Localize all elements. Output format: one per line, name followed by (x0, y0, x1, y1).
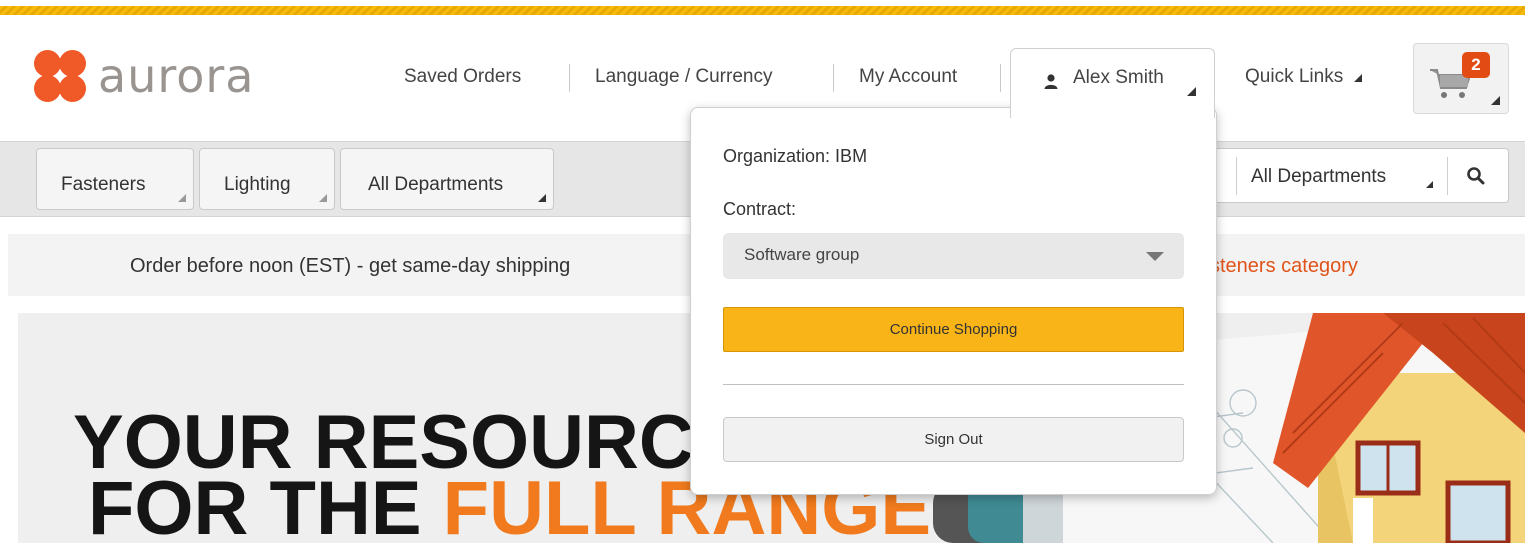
cart-count-badge: 2 (1462, 52, 1490, 78)
nav-lighting-label: Lighting (224, 174, 291, 195)
aurora-logo[interactable]: aurora (34, 50, 255, 102)
chevron-down-icon (1146, 252, 1164, 261)
continue-shopping-button[interactable]: Continue Shopping (723, 307, 1184, 352)
shopping-cart-button[interactable]: 2 (1413, 43, 1509, 114)
search-box[interactable]: All Departments (1216, 148, 1509, 203)
nav-all-departments[interactable]: All Departments (340, 148, 554, 210)
nav-fasteners[interactable]: Fasteners (36, 148, 194, 210)
caret-down-icon (1426, 181, 1433, 188)
contract-select[interactable]: Software group (723, 233, 1184, 279)
menu-divider (723, 384, 1184, 385)
user-name: Alex Smith (1073, 67, 1164, 88)
search-separator (1236, 157, 1237, 195)
header-separator (833, 64, 834, 92)
hero-line2-prefix: FOR THE (88, 466, 443, 543)
search-department-select[interactable]: All Departments (1251, 166, 1386, 188)
organization-label: Organization: IBM (723, 146, 868, 166)
saved-orders-link[interactable]: Saved Orders (404, 66, 521, 88)
user-account-dropdown: Organization: IBM Contract: Software gro… (690, 107, 1217, 495)
shipping-promo-text: Order before noon (EST) - get same-day s… (130, 255, 571, 277)
language-currency-link[interactable]: Language / Currency (595, 66, 772, 88)
caret-down-icon (178, 194, 186, 202)
my-account-link[interactable]: My Account (859, 66, 957, 88)
caret-down-icon (1354, 74, 1363, 82)
header-separator (1000, 64, 1001, 92)
header-separator (569, 64, 570, 92)
nav-lighting[interactable]: Lighting (199, 148, 335, 210)
sign-out-button[interactable]: Sign Out (723, 417, 1184, 462)
aurora-logo-icon (34, 50, 86, 102)
caret-down-icon (1187, 87, 1196, 96)
caret-down-icon (319, 194, 327, 202)
quick-links-menu[interactable]: Quick Links (1245, 66, 1363, 88)
nav-all-departments-label: All Departments (368, 174, 504, 195)
caret-down-icon (538, 194, 546, 202)
contract-select-value: Software group (744, 245, 860, 264)
logo-text: aurora (98, 49, 255, 103)
search-separator (1447, 157, 1448, 195)
caret-down-icon (1491, 96, 1500, 105)
contract-label: Contract: (723, 199, 797, 219)
user-menu-toggle[interactable]: Alex Smith (1010, 48, 1215, 118)
user-icon (1044, 74, 1058, 89)
fasteners-category-link[interactable]: steners category (1210, 255, 1358, 278)
search-icon[interactable] (1466, 166, 1486, 186)
nav-fasteners-label: Fasteners (61, 174, 146, 195)
quick-links-label: Quick Links (1245, 66, 1344, 87)
top-accent-bar (0, 6, 1525, 15)
